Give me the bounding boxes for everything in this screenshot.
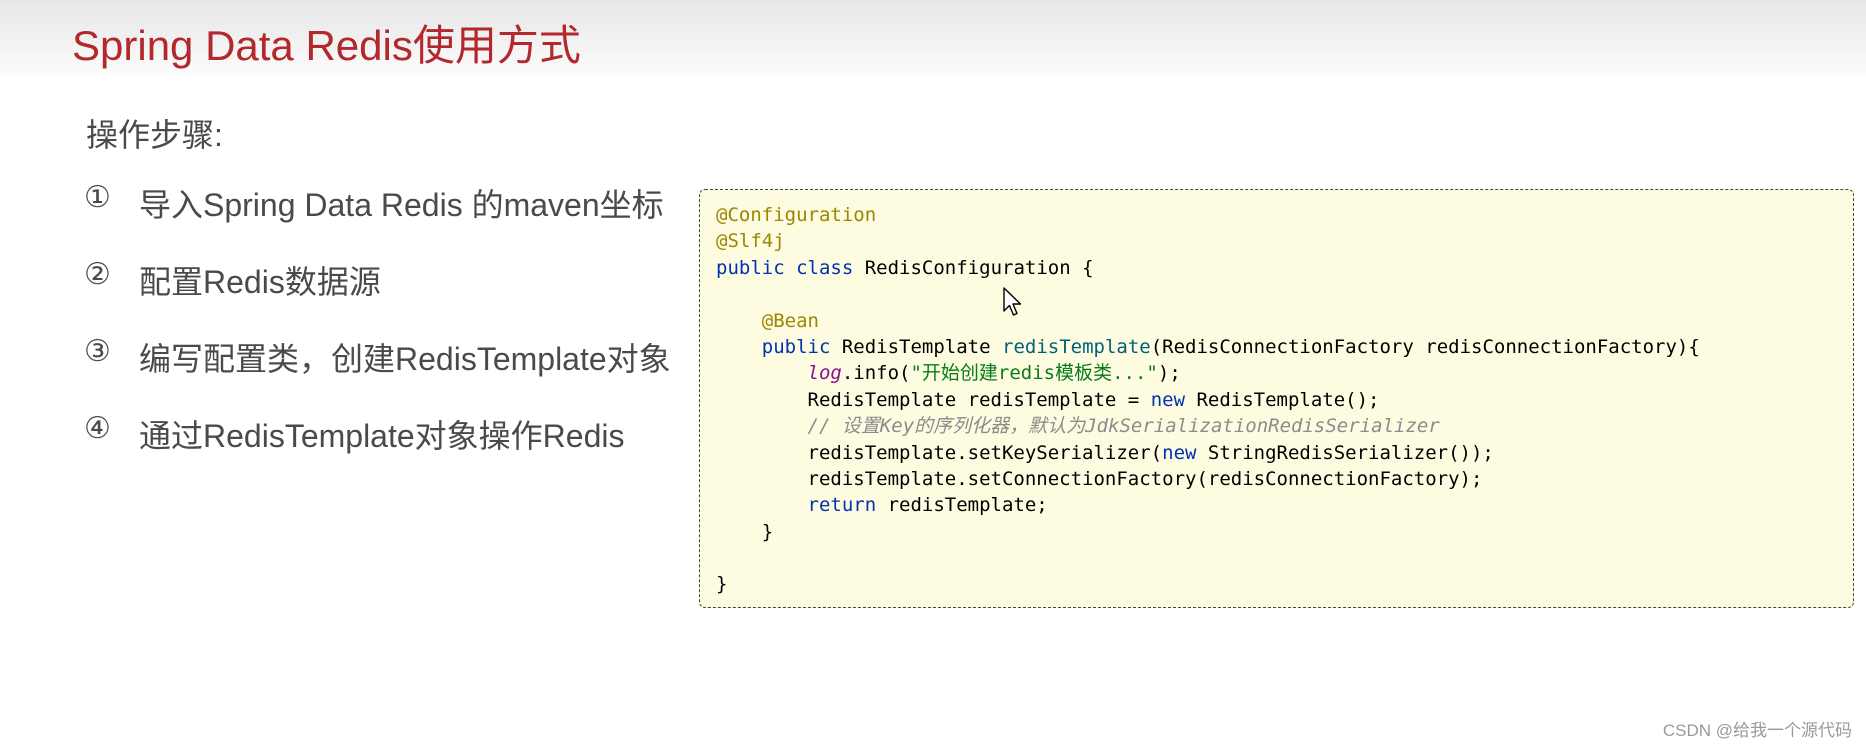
- step-number: ②: [84, 258, 111, 291]
- code-block[interactable]: @Configuration @Slf4j public class Redis…: [699, 189, 1854, 608]
- log-string: "开始创建redis模板类...": [910, 362, 1158, 385]
- steps-heading: 操作步骤:: [86, 117, 223, 153]
- code-line: }: [716, 571, 1837, 597]
- annotation-bean: @Bean: [761, 309, 819, 332]
- keyword-public: public: [761, 335, 831, 358]
- step-text: 通过RedisTemplate对象操作Redis: [139, 418, 625, 454]
- step-text: 编写配置类，创建RedisTemplate对象: [139, 341, 671, 377]
- set-key-serializer-arg: StringRedisSerializer());: [1196, 441, 1494, 464]
- log-variable: log: [807, 362, 842, 385]
- keyword-new: new: [1162, 441, 1197, 464]
- class-name: RedisConfiguration {: [853, 256, 1094, 279]
- method-params: (RedisConnectionFactory redisConnectionF…: [1150, 335, 1700, 358]
- title-bar: Spring Data Redis使用方式: [0, 0, 1866, 84]
- mouse-pointer-icon: [1003, 287, 1022, 316]
- step-text: 导入Spring Data Redis 的maven坐标: [139, 187, 664, 223]
- template-decl: RedisTemplate redisTemplate =: [807, 388, 1151, 411]
- code-line: redisTemplate.setConnectionFactory(redis…: [716, 466, 1837, 492]
- return-type: RedisTemplate: [830, 335, 1002, 358]
- class-close-brace: }: [716, 573, 728, 596]
- code-line: }: [716, 519, 1837, 545]
- annotation-configuration: @Configuration: [716, 204, 877, 226]
- code-line: // 设置Key的序列化器，默认为JdkSerializationRedisSe…: [716, 413, 1837, 439]
- steps-list: ① 导入Spring Data Redis 的maven坐标 ② 配置Redis…: [84, 180, 671, 488]
- method-close-brace: }: [761, 520, 774, 543]
- step-item: ② 配置Redis数据源: [84, 257, 671, 334]
- step-item: ③ 编写配置类，创建RedisTemplate对象: [84, 334, 671, 411]
- code-comment: // 设置Key的序列化器，默认为JdkSerializationRedisSe…: [807, 415, 1440, 438]
- step-item: ① 导入Spring Data Redis 的maven坐标: [84, 180, 671, 257]
- keyword-new: new: [1150, 388, 1186, 411]
- code-line: log.info("开始创建redis模板类...");: [716, 360, 1837, 386]
- code-line: return redisTemplate;: [716, 492, 1837, 518]
- code-line: public RedisTemplate redisTemplate(Redis…: [716, 334, 1837, 360]
- keyword-public: public: [716, 256, 785, 279]
- set-connection-factory: redisTemplate.setConnectionFactory(redis…: [807, 467, 1483, 490]
- log-call: .info(: [841, 362, 911, 385]
- step-item: ④ 通过RedisTemplate对象操作Redis: [84, 411, 671, 488]
- step-number: ④: [84, 412, 111, 445]
- method-name: redisTemplate: [1002, 335, 1151, 358]
- step-text: 配置Redis数据源: [139, 264, 381, 300]
- step-number: ③: [84, 335, 111, 368]
- set-key-serializer: redisTemplate.setKeySerializer(: [807, 441, 1163, 464]
- slide: Spring Data Redis使用方式 操作步骤: ① 导入Spring D…: [0, 0, 1866, 746]
- code-line: RedisTemplate redisTemplate = new RedisT…: [716, 387, 1837, 413]
- code-line: @Configuration: [716, 202, 1837, 228]
- step-number: ①: [84, 181, 111, 214]
- return-value: redisTemplate;: [876, 494, 1048, 517]
- code-line: redisTemplate.setKeySerializer(new Strin…: [716, 440, 1837, 466]
- annotation-slf4j: @Slf4j: [716, 230, 785, 253]
- code-line: public class RedisConfiguration {: [716, 255, 1837, 281]
- keyword-return: return: [807, 494, 877, 517]
- log-end: );: [1157, 362, 1181, 385]
- code-line: @Slf4j: [716, 228, 1837, 254]
- code-line: @Bean: [716, 308, 1837, 334]
- template-ctor: RedisTemplate();: [1185, 388, 1380, 411]
- keyword-class: class: [796, 256, 854, 279]
- slide-title: Spring Data Redis使用方式: [72, 22, 581, 69]
- watermark: CSDN @给我一个源代码: [1662, 721, 1852, 740]
